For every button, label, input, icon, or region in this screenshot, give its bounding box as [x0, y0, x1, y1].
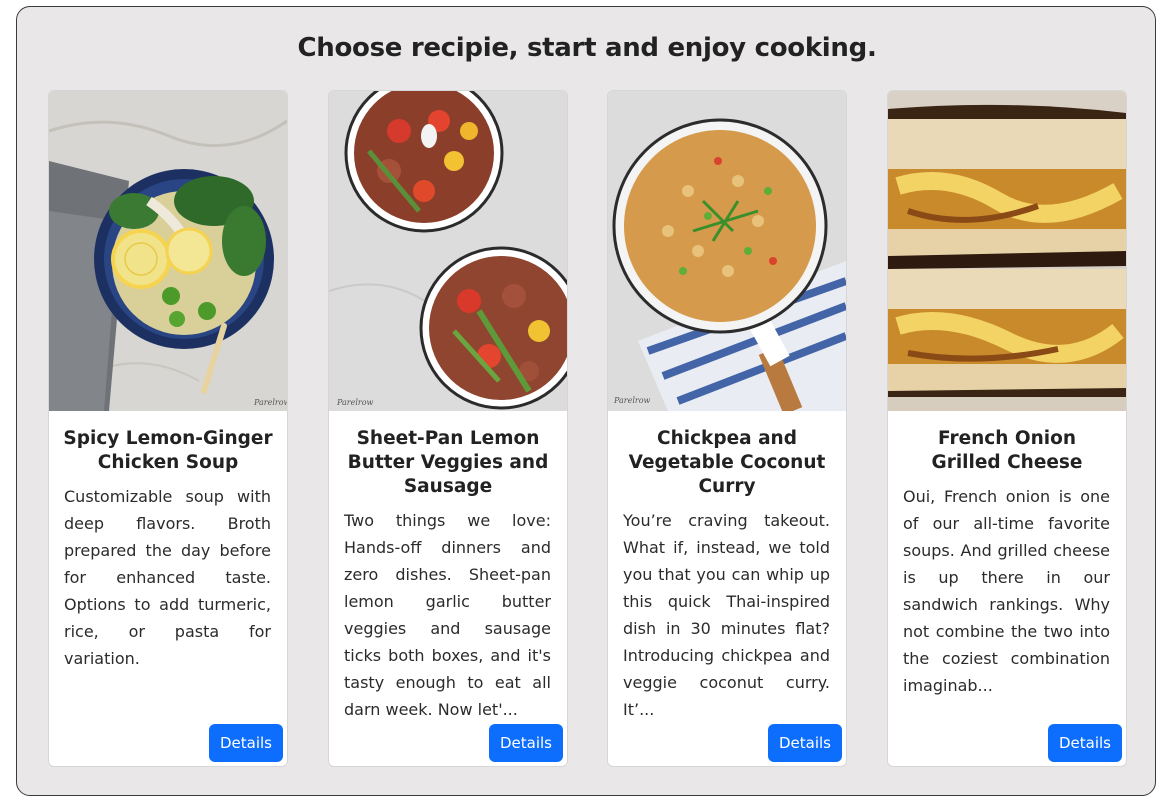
details-button[interactable]: Details [209, 724, 283, 762]
chickpea-curry-image: Parelrow [608, 91, 846, 411]
details-button[interactable]: Details [768, 724, 842, 762]
recipe-title: French Onion Grilled Cheese [931, 428, 1083, 473]
details-button[interactable]: Details [489, 724, 563, 762]
recipe-card: Parelrow Sheet-Pan Lemon Butter Veggies … [328, 90, 568, 767]
recipe-title: Sheet-Pan Lemon Butter Veggies and Sausa… [347, 428, 549, 497]
recipe-description: You’re craving takeout. What if, instead… [623, 511, 830, 719]
svg-text:Parelrow: Parelrow [613, 396, 651, 405]
recipe-title: Chickpea and Vegetable Coconut Curry [628, 428, 826, 497]
recipe-card: Parelrow Spicy Lemon-Ginger Chicken Soup… [48, 90, 288, 767]
recipe-panel: Choose recipie, start and enjoy cooking. [16, 6, 1156, 796]
recipe-card: Parelrow Chickpea and Vegetable Coconut … [607, 90, 847, 767]
recipe-description: Customizable soup with deep flavors. Bro… [64, 487, 271, 668]
svg-text:Parelrow: Parelrow [253, 398, 287, 407]
recipe-title: Spicy Lemon-Ginger Chicken Soup [63, 428, 273, 473]
details-button[interactable]: Details [1048, 724, 1122, 762]
veggies-sausage-image: Parelrow [329, 91, 567, 411]
recipe-description: Oui, French onion is one of our all-time… [903, 487, 1110, 695]
page-title: Choose recipie, start and enjoy cooking. [297, 33, 877, 63]
grilled-cheese-image [888, 91, 1126, 411]
recipe-description: Two things we love: Hands-off dinners an… [344, 511, 551, 719]
lemon-chicken-soup-image: Parelrow [49, 91, 287, 411]
recipe-card: French Onion Grilled Cheese Oui, French … [887, 90, 1127, 767]
svg-text:Parelrow: Parelrow [336, 398, 374, 407]
